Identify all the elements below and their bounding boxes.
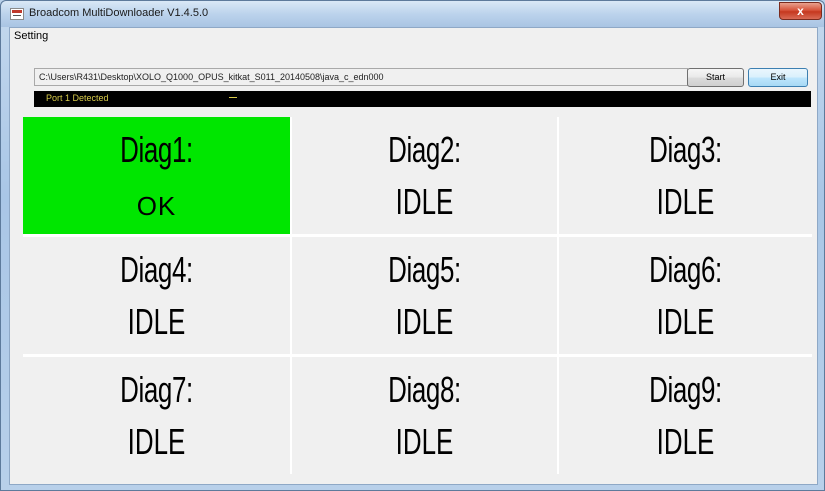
port-cell-diag4: Diag4: IDLE — [23, 237, 290, 354]
title-bar[interactable]: Broadcom MultiDownloader V1.4.5.0 x — [1, 1, 824, 27]
exit-button[interactable]: Exit — [748, 68, 808, 87]
port-label: Diag7: — [120, 369, 193, 410]
port-label: Diag4: — [120, 249, 193, 290]
status-bar: Port 1 Detected — [34, 91, 811, 107]
port-label: Diag3: — [649, 129, 722, 170]
menu-bar: Setting — [10, 28, 817, 46]
status-text: Port 1 Detected — [46, 93, 109, 103]
port-status: IDLE — [395, 301, 454, 342]
port-status: IDLE — [127, 421, 186, 462]
port-status: IDLE — [127, 301, 186, 342]
port-cell-diag3: Diag3: IDLE — [559, 117, 812, 234]
start-button[interactable]: Start — [687, 68, 744, 87]
port-label: Diag2: — [388, 129, 461, 170]
port-status: IDLE — [656, 421, 715, 462]
path-field[interactable]: C:\Users\R431\Desktop\XOLO_Q1000_OPUS_ki… — [34, 68, 688, 86]
port-grid: Diag1: OK Diag2: IDLE Diag3: IDLE Diag4:… — [23, 117, 812, 474]
menu-item-setting[interactable]: Setting — [12, 30, 50, 42]
close-button[interactable]: x — [779, 2, 822, 20]
window-title: Broadcom MultiDownloader V1.4.5.0 — [29, 7, 209, 19]
port-status: IDLE — [395, 421, 454, 462]
port-status: OK — [136, 191, 177, 221]
port-cell-diag1: Diag1: OK — [23, 117, 290, 234]
port-status: IDLE — [656, 181, 715, 222]
port-cell-diag2: Diag2: IDLE — [292, 117, 557, 234]
port-cell-diag6: Diag6: IDLE — [559, 237, 812, 354]
status-dash — [229, 97, 237, 98]
port-label: Diag6: — [649, 249, 722, 290]
app-window: Broadcom MultiDownloader V1.4.5.0 x Sett… — [0, 0, 825, 491]
port-cell-diag9: Diag9: IDLE — [559, 357, 812, 474]
port-cell-diag8: Diag8: IDLE — [292, 357, 557, 474]
port-cell-diag5: Diag5: IDLE — [292, 237, 557, 354]
port-status: IDLE — [395, 181, 454, 222]
port-label: Diag9: — [649, 369, 722, 410]
port-label: Diag8: — [388, 369, 461, 410]
port-label: Diag5: — [388, 249, 461, 290]
port-cell-diag7: Diag7: IDLE — [23, 357, 290, 474]
port-status: IDLE — [656, 301, 715, 342]
client-area: Setting C:\Users\R431\Desktop\XOLO_Q1000… — [9, 27, 818, 485]
port-label: Diag1: — [120, 129, 193, 170]
app-icon — [10, 8, 24, 20]
